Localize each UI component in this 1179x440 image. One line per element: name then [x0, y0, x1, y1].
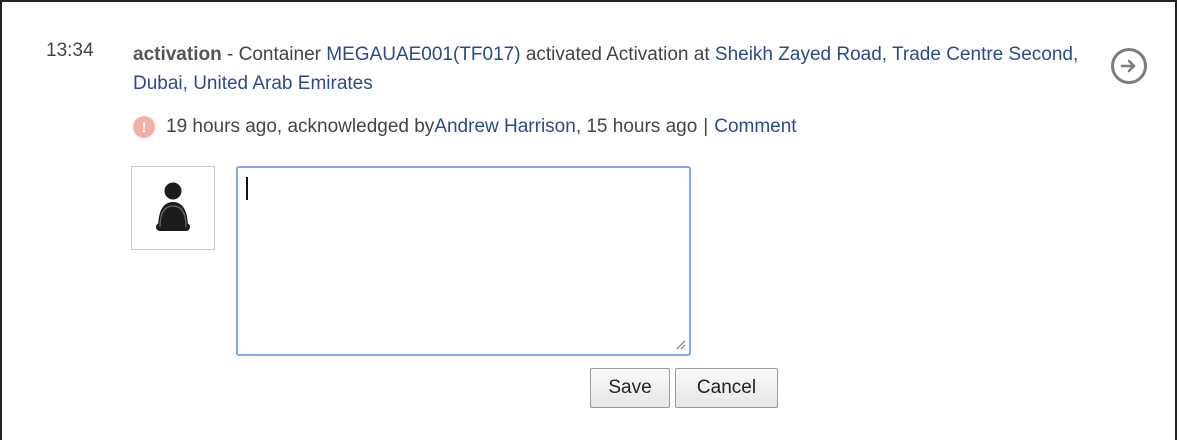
event-age: 19 hours ago, acknowledged by [166, 116, 435, 137]
event-type: activation [133, 44, 222, 65]
cancel-button[interactable]: Cancel [675, 368, 778, 408]
arrow-right-circle-icon [1120, 59, 1136, 73]
event-description-prefix: Container [238, 44, 327, 65]
event-meta: ! 19 hours ago, acknowledged by Andrew H… [133, 116, 797, 138]
comment-textarea[interactable] [236, 166, 691, 356]
ack-age: , 15 hours ago [575, 116, 698, 137]
open-event-button[interactable] [1111, 48, 1147, 84]
event-description-middle: activated Activation at [520, 44, 715, 65]
avatar [131, 166, 215, 250]
meta-divider: | [703, 116, 709, 137]
resize-grip-icon[interactable] [674, 338, 686, 350]
event-time: 13:34 [46, 40, 94, 61]
event-description: activation - Container MEGAUAE001(TF017)… [133, 40, 1098, 98]
container-link[interactable]: MEGAUAE001(TF017) [326, 44, 520, 65]
acknowledged-by-user-link[interactable]: Andrew Harrison [434, 116, 576, 138]
event-separator: - [221, 44, 239, 65]
alert-circle-icon: ! [133, 116, 155, 138]
text-caret [246, 177, 248, 200]
user-avatar-icon [156, 182, 190, 231]
comment-link[interactable]: Comment [714, 116, 796, 138]
save-button[interactable]: Save [590, 368, 670, 408]
